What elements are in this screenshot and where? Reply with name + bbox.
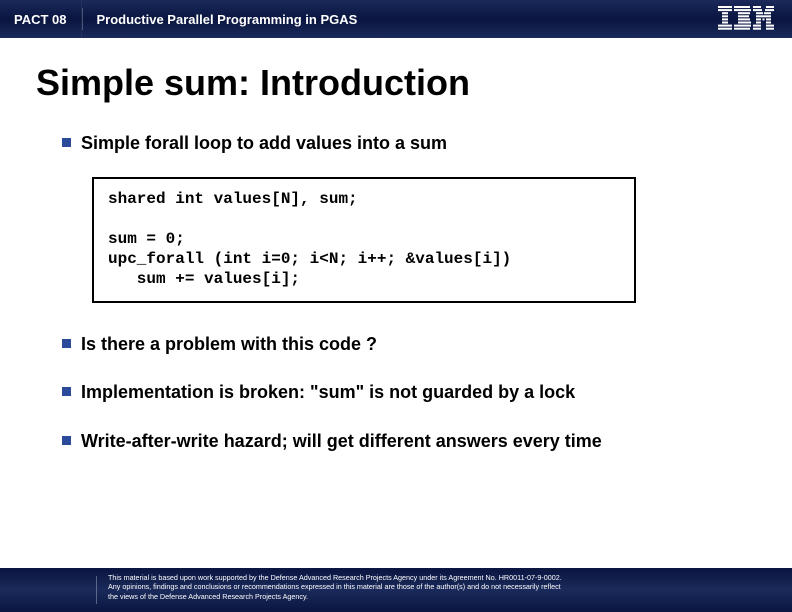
- bullet-text: Write-after-write hazard; will get diffe…: [81, 430, 602, 453]
- square-bullet-icon: [62, 138, 71, 147]
- slide-title: Simple sum: Introduction: [36, 62, 756, 104]
- footer-bar: This material is based upon work support…: [0, 568, 792, 612]
- list-item: Write-after-write hazard; will get diffe…: [62, 430, 756, 453]
- square-bullet-icon: [62, 387, 71, 396]
- square-bullet-icon: [62, 436, 71, 445]
- header-bar: PACT 08 Productive Parallel Programming …: [0, 0, 792, 38]
- bullet-text: Implementation is broken: "sum" is not g…: [81, 381, 575, 404]
- list-item: Is there a problem with this code ?: [62, 333, 756, 356]
- footer-divider: [96, 576, 97, 604]
- bullet-text: Is there a problem with this code ?: [81, 333, 377, 356]
- footer-disclaimer: This material is based upon work support…: [108, 573, 772, 601]
- list-item: Implementation is broken: "sum" is not g…: [62, 381, 756, 404]
- bullet-list: Simple forall loop to add values into a …: [36, 132, 756, 452]
- square-bullet-icon: [62, 339, 71, 348]
- slide-body: Simple sum: Introduction Simple forall l…: [0, 38, 792, 452]
- bullet-text: Simple forall loop to add values into a …: [81, 132, 447, 155]
- ibm-logo-icon: [718, 6, 774, 30]
- list-item: Simple forall loop to add values into a …: [62, 132, 756, 155]
- code-block: shared int values[N], sum; sum = 0; upc_…: [92, 177, 636, 303]
- header-subtitle: Productive Parallel Programming in PGAS: [83, 12, 358, 27]
- conference-label: PACT 08: [0, 0, 82, 38]
